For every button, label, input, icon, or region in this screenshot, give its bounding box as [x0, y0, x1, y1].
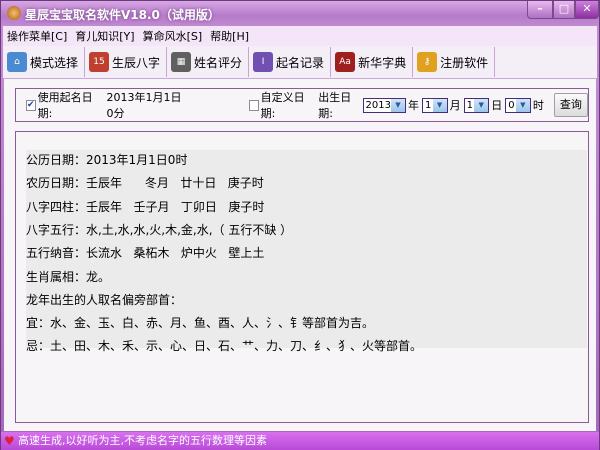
- app-icon: [7, 6, 21, 20]
- app-window: 星辰宝宝取名软件V18.0（试用版） – □ ✕ 操作菜单[C] 育儿知识[Y]…: [0, 0, 600, 450]
- status-text: 高速生成,以好听为主,不考虑名字的五行数理等因素: [18, 434, 267, 447]
- dictionary-icon: Aa: [335, 52, 356, 72]
- toolbar-button-home[interactable]: ⌂ 模式选择: [3, 47, 86, 77]
- window-title: 星辰宝宝取名软件V18.0（试用版）: [25, 8, 220, 22]
- menu-bar: 操作菜单[C] 育儿知识[Y] 算命风水[S] 帮助[H]: [3, 26, 597, 46]
- main-content: ✔ 使用起名日期: 2013年1月1日0分 自定义日期: 出生日期: 2013 ▼…: [4, 79, 596, 431]
- close-button[interactable]: ✕: [575, 1, 599, 19]
- toolbar-button-phone[interactable]: ▦ 姓名评分: [167, 47, 250, 77]
- menu-help[interactable]: 帮助[H]: [206, 28, 253, 44]
- result-line: 农历日期：壬辰年 冬月 廿十日 庚子时: [26, 176, 264, 191]
- toolbar-button-dictionary[interactable]: Aa 新华字典: [331, 47, 414, 77]
- toolbar-button-label: 起名记录: [276, 55, 325, 70]
- result-line: 宜：水、金、玉、白、赤、月、鱼、酉、人、氵、钅等部首为吉。: [26, 316, 375, 331]
- hour-unit: 时: [532, 99, 544, 112]
- year-unit: 年: [407, 99, 419, 112]
- results-panel: 公历日期：2013年1月1日0时农历日期：壬辰年 冬月 廿十日 庚子时 八字四柱：…: [15, 131, 589, 423]
- result-line: 忌：土、田、木、禾、示、心、日、石、艹、力、刀、纟、犭、火等部首。: [26, 339, 423, 354]
- heart-icon: ♥: [4, 434, 15, 448]
- maximize-button[interactable]: □: [553, 1, 575, 19]
- result-line: 五行纳音：长流水 桑柘木 炉中火 壁上土: [26, 246, 265, 261]
- month-select[interactable]: 1 ▼: [421, 97, 448, 113]
- day-unit: 日: [491, 99, 503, 112]
- hour-select[interactable]: 0 ▼: [505, 97, 531, 113]
- toolbar-button-label: 新华字典: [358, 55, 407, 70]
- menu-fortune[interactable]: 算命风水[S]: [139, 28, 207, 44]
- menu-parenting[interactable]: 育儿知识[Y]: [71, 28, 138, 44]
- chevron-down-icon: ▼: [432, 98, 447, 112]
- date-filter-panel: ✔ 使用起名日期: 2013年1月1日0分 自定义日期: 出生日期: 2013 ▼…: [15, 88, 589, 122]
- result-line: 生肖属相：龙。: [26, 269, 111, 284]
- chevron-down-icon: ▼: [515, 98, 530, 112]
- query-button[interactable]: 查询: [553, 93, 588, 117]
- custom-date-checkbox[interactable]: [249, 99, 259, 111]
- month-unit: 月: [449, 99, 461, 112]
- toolbar-button-key[interactable]: ⚷ 注册软件: [413, 47, 496, 77]
- use-date-label: 使用起名日期:: [37, 91, 93, 120]
- minimize-button[interactable]: –: [527, 1, 553, 19]
- title-bar[interactable]: 星辰宝宝取名软件V18.0（试用版） – □ ✕: [1, 1, 599, 26]
- toolbar-button-calendar[interactable]: 15 生辰八字: [85, 47, 168, 77]
- home-icon: ⌂: [7, 52, 27, 72]
- chevron-down-icon: ▼: [474, 98, 489, 112]
- result-line: 八字五行：水,土,水,水,火,木,金,水,（ 五行不缺 ）: [26, 222, 293, 237]
- key-icon: ⚷: [417, 52, 438, 72]
- menu-operations[interactable]: 操作菜单[C]: [3, 28, 71, 44]
- result-line: 龙年出生的人取名偏旁部首：: [26, 292, 183, 307]
- chevron-down-icon: ▼: [390, 98, 405, 112]
- toolbar-button-label: 模式选择: [30, 55, 79, 70]
- birth-date-label: 出生日期:: [318, 91, 352, 120]
- day-select[interactable]: 1 ▼: [463, 97, 490, 113]
- toolbar: ⌂ 模式选择 15 生辰八字 ▦ 姓名评分 I 起名记录 Aa 新华字典 ⚷ 注册软件: [3, 46, 597, 79]
- use-date-checkbox[interactable]: ✔: [26, 99, 36, 111]
- toolbar-button-label: 生辰八字: [112, 55, 161, 70]
- toolbar-button-notebook[interactable]: I 起名记录: [249, 47, 332, 77]
- year-select[interactable]: 2013 ▼: [362, 97, 406, 113]
- phone-icon: ▦: [171, 52, 192, 72]
- toolbar-button-label: 注册软件: [440, 55, 489, 70]
- status-bar: ♥ 高速生成,以好听为主,不考虑名字的五行数理等因素: [1, 432, 599, 450]
- toolbar-button-label: 姓名评分: [194, 55, 243, 70]
- custom-date-label: 自定义日期:: [260, 91, 305, 120]
- use-date-value: 2013年1月1日0分: [106, 91, 182, 120]
- notebook-icon: I: [253, 52, 274, 72]
- result-line: 公历日期：2013年1月1日0时: [26, 153, 188, 167]
- result-line: 八字四柱：壬辰年 壬子月 丁卯日 庚子时: [26, 199, 265, 214]
- calendar-icon: 15: [89, 52, 110, 72]
